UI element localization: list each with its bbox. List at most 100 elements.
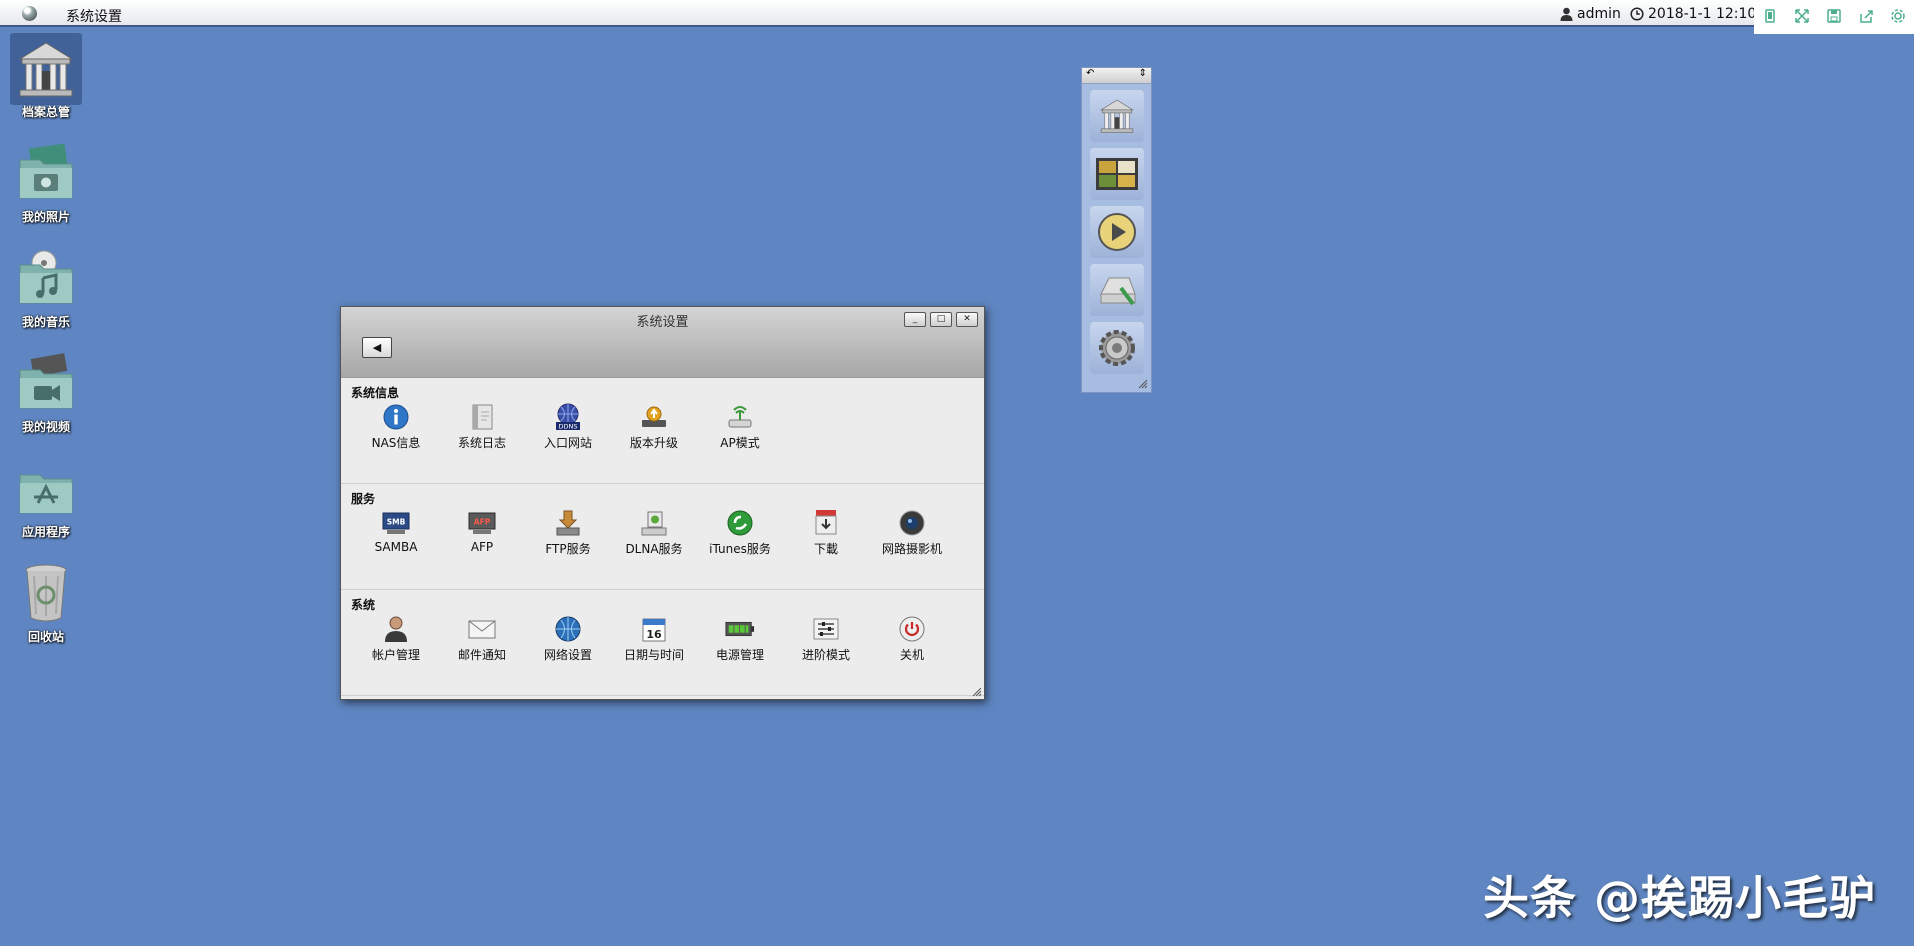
afp-badge-text: AFP — [474, 518, 491, 527]
setting-webcam[interactable]: 网路摄影机 — [869, 506, 955, 557]
setting-label: AFP — [470, 540, 494, 554]
calendar-icon: 16 — [642, 618, 666, 642]
music-folder-icon — [19, 250, 73, 304]
watermark-text: 头条 @挨踢小毛驴 — [1483, 871, 1877, 925]
fullscreen-icon[interactable] — [1794, 8, 1810, 24]
apps-folder-icon — [19, 474, 73, 514]
maximize-button[interactable]: □ — [930, 312, 952, 327]
dock-resize-grip[interactable] — [1138, 379, 1148, 389]
setting-power-management[interactable]: 电源管理 — [697, 612, 783, 663]
system-settings-window: 系统设置 _ □ ✕ ◀ 系统信息 NAS信息 系统日志 DDNS 入口网站 版… — [340, 306, 985, 700]
ftp-icon — [556, 510, 580, 536]
desktop-icon-videos[interactable]: 我的视频 — [6, 348, 86, 435]
setting-mail-notification[interactable]: 邮件通知 — [439, 612, 525, 663]
dock-collapse-icon[interactable]: ⇕ — [1139, 68, 1147, 79]
desktop-icon-recycle-bin[interactable]: 回收站 — [6, 558, 86, 645]
desktop-icon-photos[interactable]: 我的照片 — [6, 138, 86, 225]
play-icon — [1097, 213, 1136, 251]
upgrade-icon — [642, 406, 666, 427]
gear-icon — [1098, 330, 1135, 366]
desktop-icon-label: 我的视频 — [21, 420, 70, 434]
webcam-icon — [899, 510, 925, 536]
smb-badge-text: SMB — [387, 518, 406, 527]
back-button[interactable]: ◀ — [362, 337, 392, 358]
setting-shutdown[interactable]: 关机 — [869, 612, 955, 663]
setting-download[interactable]: 下載 — [783, 506, 869, 557]
desktop-icon-label: 档案总管 — [21, 105, 70, 119]
video-folder-icon — [19, 353, 73, 409]
close-button[interactable]: ✕ — [956, 312, 978, 327]
setting-nas-info[interactable]: NAS信息 — [353, 400, 439, 451]
desktop-icon-applications[interactable]: 应用程序 — [6, 453, 86, 540]
user-icon — [1560, 7, 1573, 21]
setting-label: 关机 — [899, 648, 924, 662]
window-titlebar[interactable]: 系统设置 _ □ ✕ ◀ — [341, 307, 984, 378]
setting-samba[interactable]: SMB SAMBA — [353, 506, 439, 557]
setting-account-management[interactable]: 帐户管理 — [353, 612, 439, 663]
desktop-icon-label: 我的音乐 — [21, 315, 70, 329]
section-title: 系统信息 — [351, 386, 400, 400]
tablet-icon[interactable] — [1762, 8, 1778, 24]
section-title: 系统 — [351, 598, 376, 612]
setting-label: 电源管理 — [715, 648, 764, 662]
setting-firmware-upgrade[interactable]: 版本升级 — [611, 400, 697, 451]
setting-label: 下載 — [813, 542, 838, 556]
setting-ftp[interactable]: FTP服务 — [525, 506, 611, 557]
desktop-icon-label: 应用程序 — [21, 525, 70, 539]
setting-label: DLNA服务 — [625, 542, 683, 556]
setting-label: 版本升级 — [629, 436, 678, 450]
network-globe-icon — [555, 616, 581, 642]
setting-network[interactable]: 网络设置 — [525, 612, 611, 663]
samba-icon: SMB — [382, 512, 410, 534]
calendar-day-text: 16 — [646, 628, 662, 641]
setting-date-time[interactable]: 16 日期与时间 — [611, 612, 697, 663]
setting-label: 系统日志 — [457, 436, 506, 450]
info-icon — [383, 404, 409, 430]
share-icon[interactable] — [1858, 8, 1874, 24]
dock-header: ↶ ⇕ — [1082, 68, 1151, 84]
setting-label: SAMBA — [374, 540, 418, 554]
desktop-icon-file-manager[interactable]: 档案总管 — [6, 33, 86, 120]
setting-label: FTP服务 — [545, 542, 591, 556]
setting-label: 帐户管理 — [371, 648, 420, 662]
dock-item-photos[interactable] — [1089, 148, 1144, 200]
dock-item-media-player[interactable] — [1089, 206, 1144, 258]
itunes-icon — [727, 510, 753, 536]
recycle-bin-icon — [25, 564, 67, 622]
ddns-globe-icon: DDNS — [556, 403, 580, 431]
photos-icon — [1095, 158, 1138, 190]
setting-afp[interactable]: AFP AFP — [439, 506, 525, 557]
quick-launch-dock: ↶ ⇕ — [1081, 67, 1152, 393]
advanced-icon — [813, 618, 839, 640]
setting-itunes[interactable]: iTunes服务 — [697, 506, 783, 557]
section-title: 服务 — [351, 492, 376, 506]
settings-icon[interactable] — [1890, 8, 1906, 24]
window-resize-grip[interactable] — [972, 687, 982, 697]
setting-advanced-mode[interactable]: 进阶模式 — [783, 612, 869, 663]
setting-label: 日期与时间 — [623, 648, 684, 662]
afp-icon: AFP — [468, 512, 496, 534]
dock-item-settings[interactable] — [1089, 322, 1144, 374]
system-clock: 2018-1-1 12:10:2 — [1630, 6, 1770, 22]
setting-portal-site[interactable]: DDNS 入口网站 — [525, 400, 611, 451]
desktop-icon-music[interactable]: 我的音乐 — [6, 243, 86, 330]
setting-label: NAS信息 — [371, 436, 421, 450]
power-icon — [899, 616, 925, 642]
mail-icon — [468, 620, 496, 639]
setting-ap-mode[interactable]: AP模式 — [697, 400, 783, 451]
setting-system-log[interactable]: 系统日志 — [439, 400, 525, 451]
dock-undo-icon[interactable]: ↶ — [1086, 68, 1094, 79]
dock-item-backup[interactable] — [1089, 264, 1144, 316]
minimize-button[interactable]: _ — [904, 312, 926, 327]
ddns-badge-text: DDNS — [559, 423, 578, 431]
section-system-info: 系统信息 NAS信息 系统日志 DDNS 入口网站 版本升级 AP模式 — [341, 378, 984, 484]
setting-dlna[interactable]: DLNA服务 — [611, 506, 697, 557]
save-icon[interactable] — [1826, 8, 1842, 24]
current-user[interactable]: admin — [1560, 6, 1621, 22]
window-title: 系统设置 — [636, 315, 689, 330]
system-logo-icon[interactable] — [22, 6, 37, 21]
dlna-icon — [641, 511, 667, 536]
desktop-icon-label: 回收站 — [27, 630, 64, 644]
top-bar: 系统设置 admin 2018-1-1 12:10:2 — [0, 0, 1914, 34]
dock-item-file-manager[interactable] — [1089, 90, 1144, 142]
